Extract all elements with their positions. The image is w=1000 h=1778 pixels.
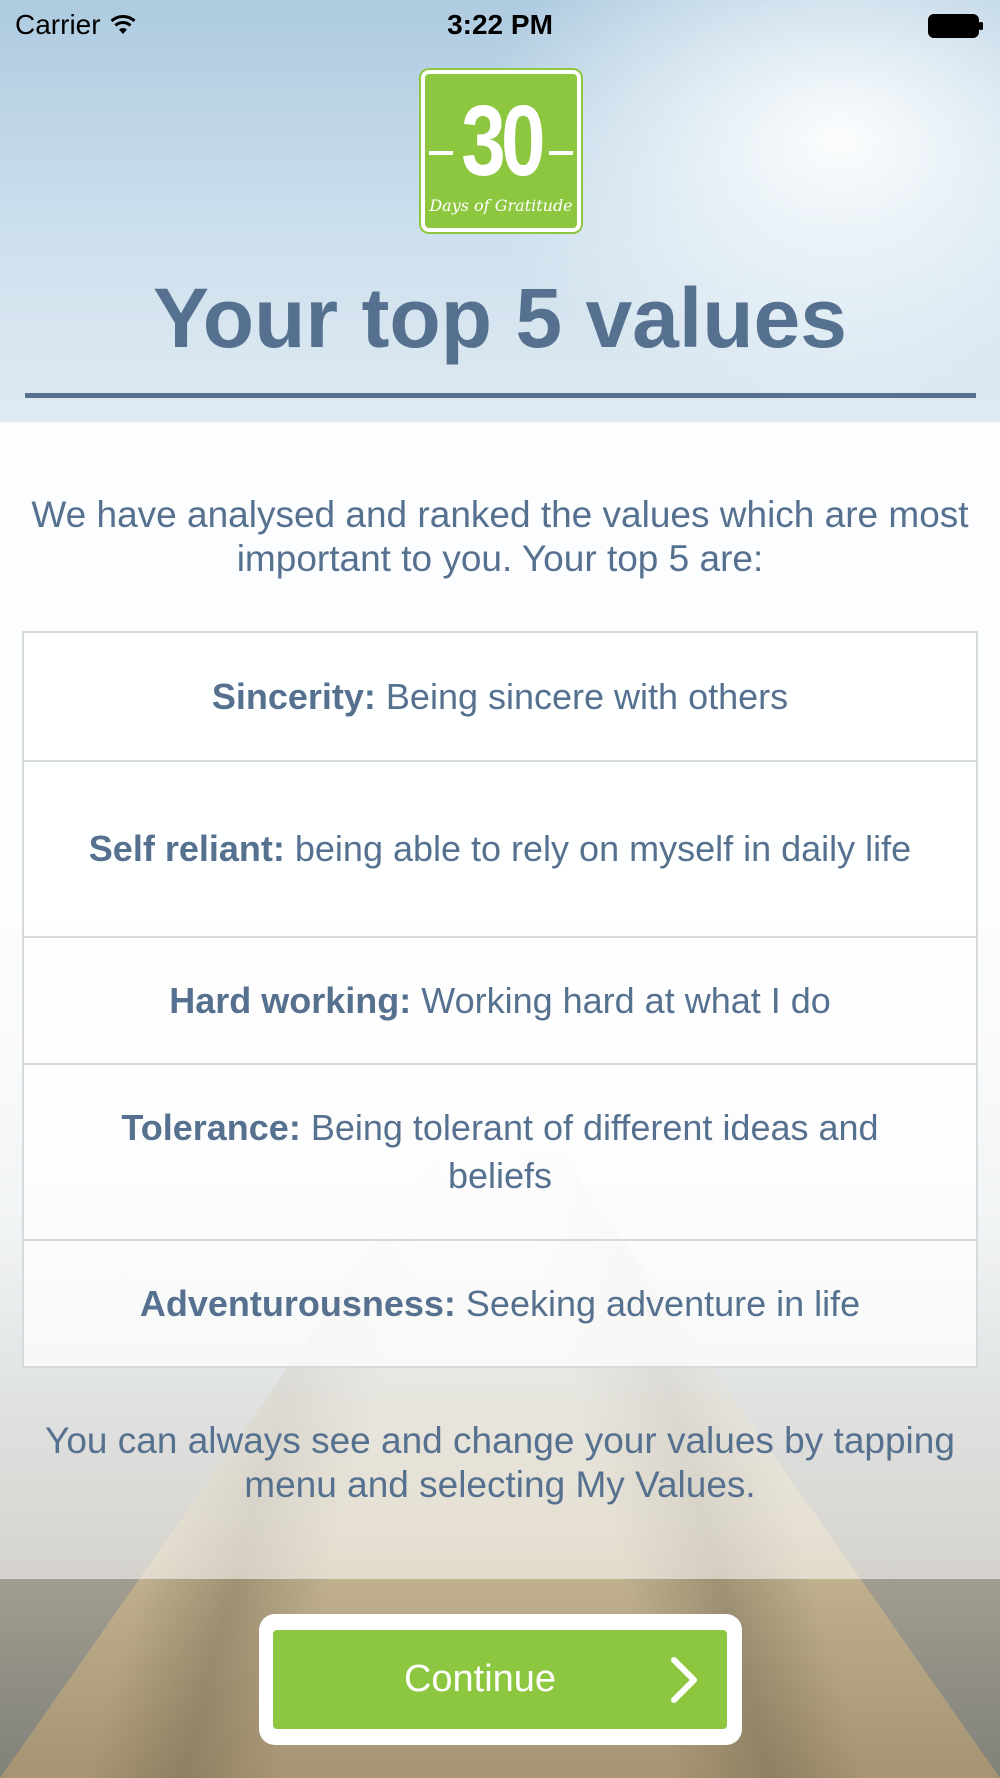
logo-subtitle: Days of Gratitude	[429, 196, 573, 215]
value-row-adventurousness: Adventurousness: Seeking adventure in li…	[24, 1239, 976, 1366]
footer-note: You can always see and change your value…	[45, 1420, 955, 1505]
value-description: Seeking adventure in life	[465, 1282, 861, 1324]
value-description: Working hard at what I do	[421, 979, 831, 1021]
continue-button-frame: Continue	[259, 1614, 742, 1745]
status-bar: Carrier 3:22 PM	[0, 0, 1000, 50]
value-description: Being sincere with others	[385, 675, 789, 717]
status-time: 3:22 PM	[447, 9, 553, 40]
value-name: Sincerity:	[211, 675, 376, 717]
logo-line-right	[549, 151, 573, 155]
app-logo: 30 Days of Gratitude	[421, 70, 581, 232]
title-divider	[25, 393, 976, 398]
value-name: Adventurousness:	[139, 1282, 456, 1324]
value-name: Tolerance:	[121, 1107, 301, 1148]
value-name: Hard working:	[169, 979, 412, 1021]
chevron-right-icon	[671, 1657, 697, 1703]
value-row-tolerance: Tolerance: Being tolerant of different i…	[24, 1063, 976, 1239]
value-description: Being tolerant of different ideas and be…	[310, 1107, 879, 1196]
values-list: Sincerity: Being sincere with others Sel…	[22, 631, 978, 1368]
value-description: being able to rely on myself in daily li…	[294, 828, 912, 869]
value-name: Self reliant:	[88, 828, 285, 869]
battery-icon	[928, 14, 983, 38]
value-row-sincerity: Sincerity: Being sincere with others	[24, 633, 976, 760]
continue-button[interactable]: Continue	[273, 1630, 727, 1729]
continue-label: Continue	[403, 1658, 557, 1700]
logo-number: 30	[461, 85, 545, 197]
value-row-self-reliant: Self reliant: being able to rely on myse…	[24, 760, 976, 936]
intro-text: We have analysed and ranked the values w…	[31, 494, 969, 579]
value-row-hard-working: Hard working: Working hard at what I do	[24, 936, 976, 1063]
page-title: Your top 5 values	[153, 271, 847, 365]
